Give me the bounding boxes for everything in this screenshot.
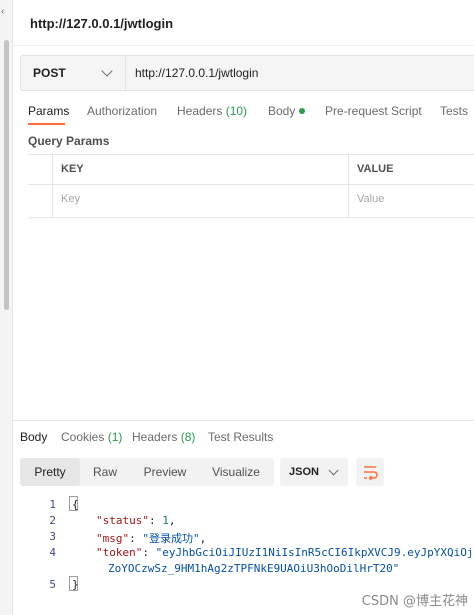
query-params-label: Query Params xyxy=(28,134,110,148)
tab-headers-label: Headers xyxy=(177,104,223,118)
token-value-part2: ZoYOCzwSz_9HM1hAg2zTPFNkE9UAOiU3hOoDilHr… xyxy=(108,562,400,575)
view-mode-group: Pretty Raw Preview Visualize xyxy=(20,458,274,486)
format-label: JSON xyxy=(289,466,319,478)
method-select[interactable]: POST xyxy=(21,56,126,90)
tab-params[interactable]: Params xyxy=(28,104,69,118)
table-divider xyxy=(348,155,349,217)
cookies-count-badge: (1) xyxy=(107,430,123,444)
status-value: 1 xyxy=(162,514,169,527)
collapse-icon[interactable]: ‹ xyxy=(1,6,4,17)
tab-headers[interactable]: Headers (10) xyxy=(177,104,247,118)
tab-authorization[interactable]: Authorization xyxy=(87,104,157,118)
code-line-token-wrap: ZoYOCzwSz_9HM1hAg2zTPFNkE9UAOiU3hOoDilHr… xyxy=(108,562,399,575)
visualize-button[interactable]: Visualize xyxy=(200,458,272,486)
query-params-table: KEY VALUE Key Value xyxy=(28,154,474,218)
left-panel-strip: ‹ xyxy=(0,0,13,615)
line-number: 4 xyxy=(49,546,56,559)
chevron-down-icon xyxy=(328,465,339,476)
table-divider xyxy=(28,184,474,185)
response-tab-headers[interactable]: Headers (8) xyxy=(132,430,195,444)
headers-count-badge: (10) xyxy=(225,104,248,118)
wrap-lines-button[interactable] xyxy=(356,458,384,486)
tab-body[interactable]: Body xyxy=(268,104,306,118)
format-select[interactable]: JSON xyxy=(280,458,348,486)
request-title: http://127.0.0.1/jwtlogin xyxy=(30,16,174,31)
response-headers-count-badge: (8) xyxy=(180,430,196,444)
left-scrollbar[interactable] xyxy=(4,40,9,310)
watermark: CSDN @博主花神 xyxy=(361,594,468,609)
response-body-code[interactable]: 1 2 3 4 5 { "status": 1, "msg": "登录成功", … xyxy=(20,494,474,594)
response-tabs: Body Cookies (1) Headers (8) Test Result… xyxy=(20,430,474,450)
request-tabs: Params Authorization Headers (10) Body P… xyxy=(28,104,474,128)
url-input[interactable]: http://127.0.0.1/jwtlogin xyxy=(135,66,258,80)
open-brace: { xyxy=(72,498,79,511)
code-line-token: "token": "eyJhbGciOiJIUzI1NiIsInR5cCI6Ik… xyxy=(96,546,474,559)
key-input[interactable]: Key xyxy=(61,193,80,205)
line-number: 3 xyxy=(49,530,56,543)
line-number: 2 xyxy=(49,514,56,527)
status-key: "status" xyxy=(96,514,149,527)
active-tab-underline xyxy=(28,123,65,125)
pane-divider[interactable] xyxy=(12,420,474,421)
line-number: 5 xyxy=(49,578,56,591)
table-divider xyxy=(52,155,53,217)
response-tab-body[interactable]: Body xyxy=(20,430,47,444)
response-tab-cookies[interactable]: Cookies (1) xyxy=(61,430,122,444)
tab-body-label: Body xyxy=(268,104,296,118)
key-column-header: KEY xyxy=(61,163,84,175)
wrap-lines-icon xyxy=(364,466,378,481)
value-column-header: VALUE xyxy=(357,163,394,175)
token-key: "token" xyxy=(96,546,143,559)
code-line-status: "status": 1, xyxy=(96,514,176,527)
line-number: 1 xyxy=(49,498,56,511)
response-headers-label: Headers xyxy=(132,430,178,444)
divider xyxy=(12,45,474,46)
value-input[interactable]: Value xyxy=(357,193,384,205)
cookies-label: Cookies xyxy=(61,430,105,444)
token-value-part1: "eyJhbGciOiJIUzI1NiIsInR5cCI6IkpXVCJ9.ey… xyxy=(155,546,474,559)
pretty-button[interactable]: Pretty xyxy=(20,458,80,486)
close-brace: } xyxy=(72,578,79,591)
body-indicator-dot-icon xyxy=(299,108,306,114)
request-bar: POST http://127.0.0.1/jwtlogin xyxy=(20,55,474,91)
code-line-msg: "msg": "登录成功", xyxy=(96,532,207,545)
tab-prerequest-script[interactable]: Pre-request Script xyxy=(325,104,422,118)
msg-key: "msg" xyxy=(96,532,130,545)
chevron-down-icon xyxy=(101,65,113,77)
preview-button[interactable]: Preview xyxy=(132,458,198,486)
tab-tests[interactable]: Tests xyxy=(440,104,468,118)
raw-button[interactable]: Raw xyxy=(80,458,130,486)
response-tab-test-results[interactable]: Test Results xyxy=(208,430,273,444)
msg-value: "登录成功" xyxy=(142,532,200,545)
method-label: POST xyxy=(33,66,66,80)
